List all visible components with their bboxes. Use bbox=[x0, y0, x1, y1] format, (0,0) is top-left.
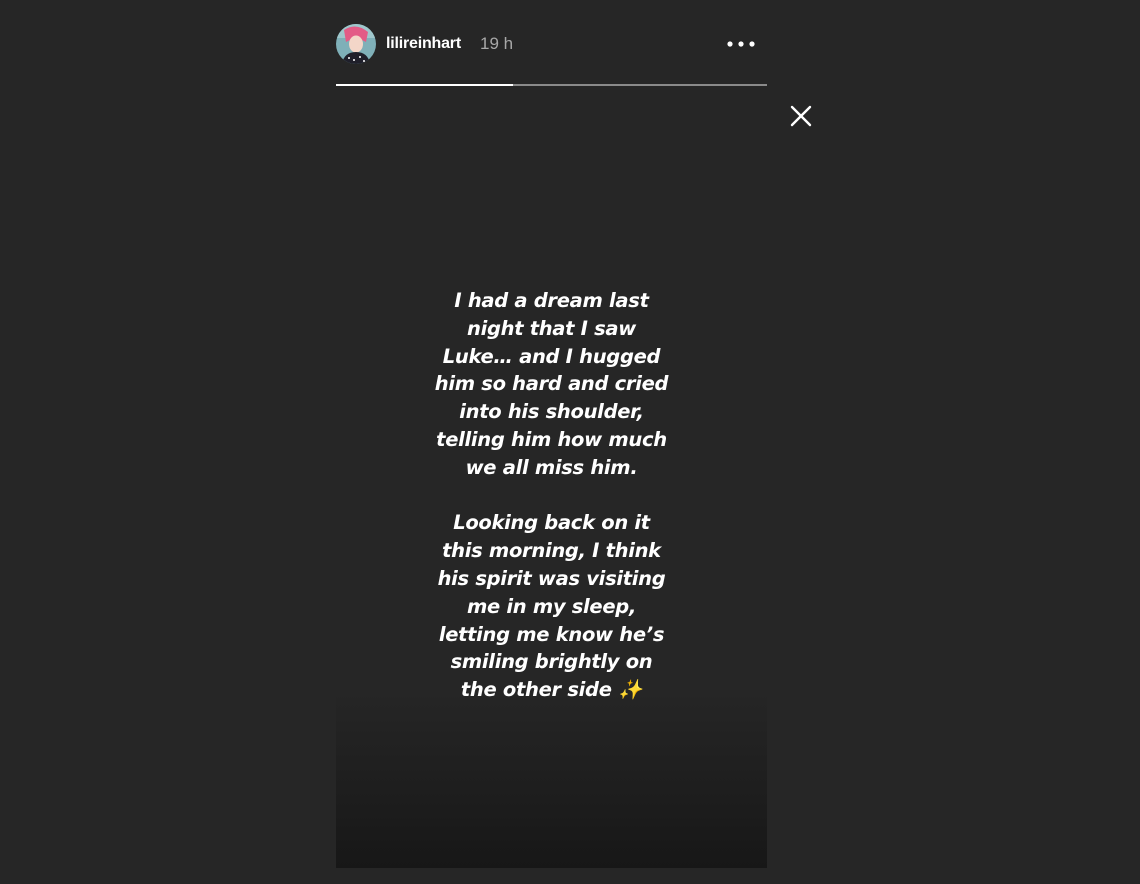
caption-paragraph: Looking back on it this morning, I think… bbox=[437, 511, 666, 702]
profile-avatar-icon bbox=[336, 24, 376, 64]
close-icon bbox=[790, 105, 812, 127]
story-frame[interactable]: lilireinhart 19 h I had a dream last nig… bbox=[336, 0, 767, 868]
username-link[interactable]: lilireinhart bbox=[386, 35, 461, 53]
caption-paragraph: I had a dream last night that I saw Luke… bbox=[434, 289, 669, 479]
avatar[interactable] bbox=[336, 24, 376, 64]
close-button[interactable] bbox=[786, 101, 816, 131]
story-progress-fill bbox=[336, 84, 513, 86]
story-progress-bar bbox=[336, 84, 767, 86]
story-header: lilireinhart 19 h bbox=[336, 24, 767, 64]
timestamp: 19 h bbox=[480, 34, 514, 53]
story-caption: I had a dream last night that I saw Luke… bbox=[336, 287, 767, 704]
story-viewer: lilireinhart 19 h I had a dream last nig… bbox=[0, 0, 1140, 884]
more-options-icon bbox=[727, 41, 755, 47]
more-options-button[interactable] bbox=[724, 32, 758, 56]
